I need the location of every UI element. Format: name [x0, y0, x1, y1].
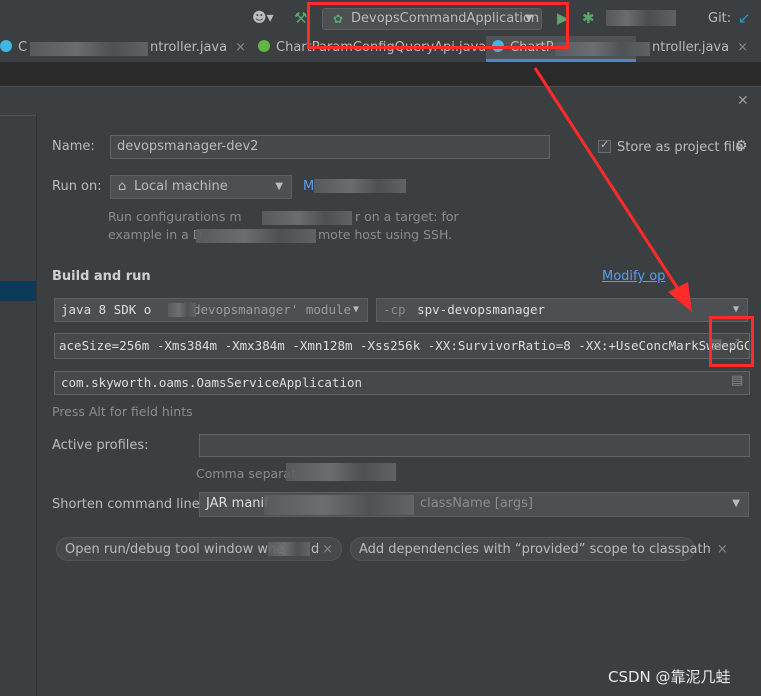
watermark: CSDN @靠泥几蛙 — [608, 668, 731, 686]
annotation-arrow — [533, 67, 692, 312]
